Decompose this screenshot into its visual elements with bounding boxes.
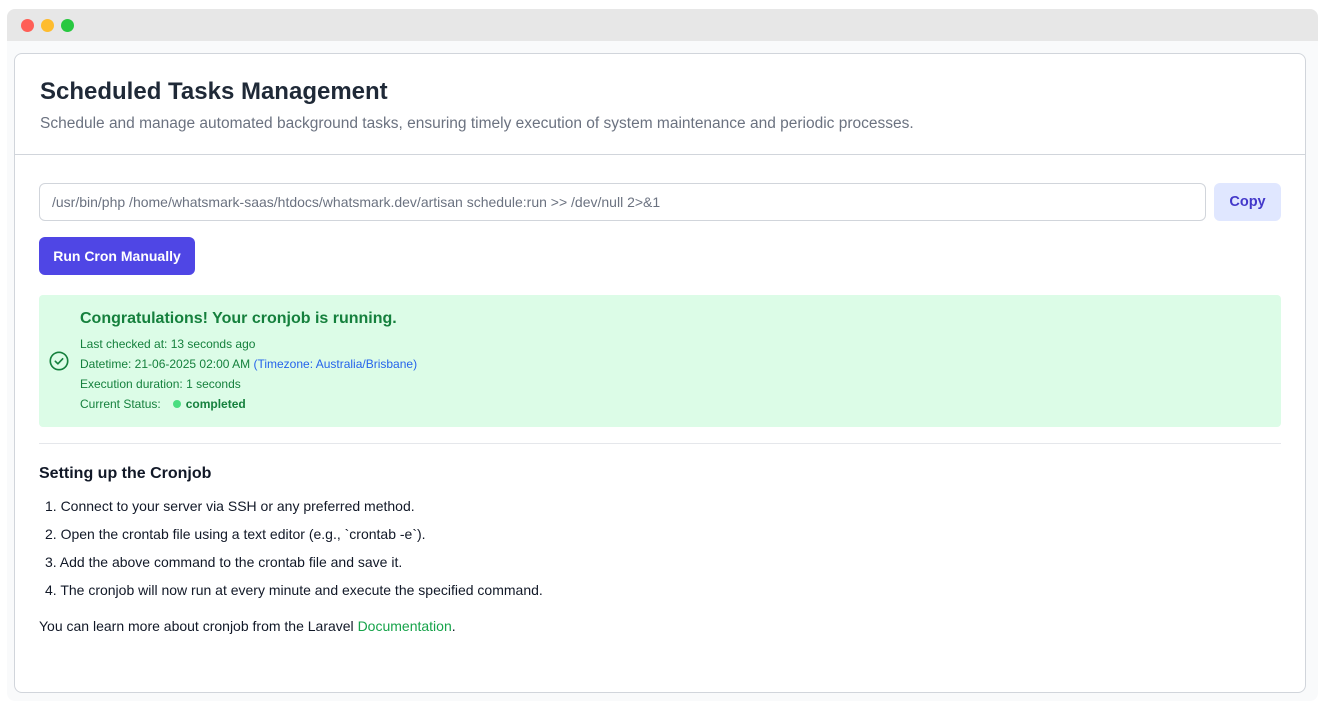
current-status-label: Current Status: xyxy=(80,396,161,411)
timezone-text: (Timezone: Australia/Brisbane) xyxy=(253,356,418,371)
maximize-window-dot[interactable] xyxy=(61,18,74,32)
setup-title: Setting up the Cronjob xyxy=(39,465,212,482)
copy-button[interactable]: Copy xyxy=(1214,183,1281,221)
datetime-line: Datetime: 21-06-2025 02:00 AM (Timezone:… xyxy=(80,354,417,374)
alert-title: Congratulations! Your cronjob is running… xyxy=(80,309,397,327)
command-row: Copy xyxy=(39,183,1281,221)
datetime-text: Datetime: 21-06-2025 02:00 AM xyxy=(80,356,251,371)
close-window-dot[interactable] xyxy=(21,18,34,32)
section-divider xyxy=(39,443,1281,444)
status-dot-icon xyxy=(172,399,181,408)
window-titlebar xyxy=(7,9,1318,41)
page-subtitle: Schedule and manage automated background… xyxy=(40,115,914,132)
browser-window: Scheduled Tasks Management Schedule and … xyxy=(7,9,1318,701)
setup-step: 4. The cronjob will now run at every min… xyxy=(45,582,543,598)
learn-more-text: You can learn more about cronjob from th… xyxy=(39,616,1281,636)
alert-content: Congratulations! Your cronjob is running… xyxy=(80,309,417,414)
setup-step: 2. Open the crontab file using a text ed… xyxy=(45,526,426,542)
execution-duration-text: Execution duration: 1 seconds xyxy=(80,376,241,391)
cron-status-alert: Congratulations! Your cronjob is running… xyxy=(39,295,1281,427)
status-badge: completed xyxy=(185,396,246,411)
check-circle-icon xyxy=(49,351,69,371)
setup-steps-list: 1. Connect to your server via SSH or any… xyxy=(39,496,1281,600)
learn-more-prefix: You can learn more about cronjob from th… xyxy=(39,618,358,634)
page-title: Scheduled Tasks Management xyxy=(40,78,388,105)
documentation-link[interactable]: Documentation xyxy=(358,618,452,634)
run-cron-manually-button[interactable]: Run Cron Manually xyxy=(39,237,195,275)
setup-step: 1. Connect to your server via SSH or any… xyxy=(45,498,415,514)
card-header: Scheduled Tasks Management Schedule and … xyxy=(15,54,1305,155)
setup-step: 3. Add the above command to the crontab … xyxy=(45,554,403,570)
current-status-line: Current Status: completed xyxy=(80,394,417,414)
last-checked-text: Last checked at: 13 seconds ago xyxy=(80,336,256,351)
minimize-window-dot[interactable] xyxy=(41,18,54,32)
card-body: Copy Run Cron Manually Congratulations! … xyxy=(15,155,1305,636)
cron-command-input[interactable] xyxy=(39,183,1206,221)
scheduled-tasks-card: Scheduled Tasks Management Schedule and … xyxy=(14,53,1306,693)
learn-more-suffix: . xyxy=(451,618,456,634)
